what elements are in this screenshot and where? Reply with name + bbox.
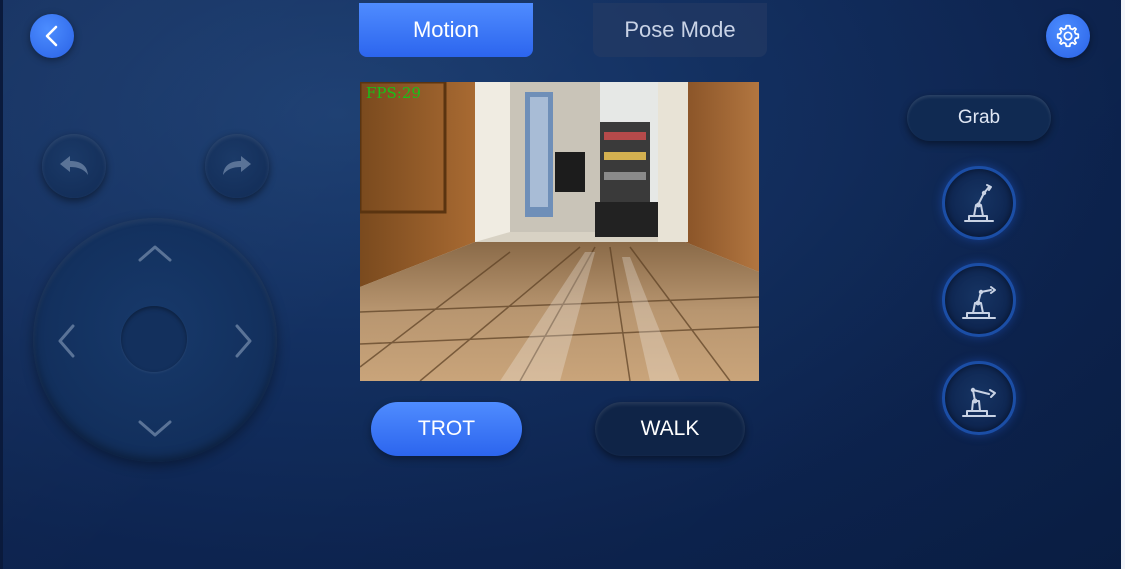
robot-arm-pose-1-icon xyxy=(964,184,994,222)
left-edge xyxy=(0,0,3,569)
camera-feed: FPS:29 xyxy=(360,82,759,381)
right-edge xyxy=(1121,0,1125,569)
robot-arm-pose-2-icon xyxy=(962,286,996,319)
tab-motion[interactable]: Motion xyxy=(359,3,533,57)
arrow-left-icon[interactable] xyxy=(57,324,75,358)
grab-label: Grab xyxy=(957,107,1001,128)
arm-pose-3-button[interactable] xyxy=(942,361,1016,435)
walk-label: WALK xyxy=(640,417,700,440)
tab-pose-mode-label: Pose Mode xyxy=(624,17,736,42)
tab-motion-label: Motion xyxy=(412,17,480,42)
walk-button[interactable]: WALK xyxy=(595,402,745,456)
arrow-right-icon[interactable] xyxy=(235,324,253,358)
turn-left-button[interactable] xyxy=(42,134,106,198)
arm-pose-2-button[interactable] xyxy=(942,263,1016,337)
joystick-knob[interactable] xyxy=(121,306,187,372)
gear-icon xyxy=(1056,24,1080,48)
fps-counter: FPS:29 xyxy=(366,84,421,102)
turn-right-button[interactable] xyxy=(205,134,269,198)
tab-pose-mode[interactable]: Pose Mode xyxy=(593,3,767,57)
arrow-up-icon[interactable] xyxy=(138,244,172,262)
direction-joystick[interactable] xyxy=(33,218,277,462)
undo-arrow-icon xyxy=(60,156,88,175)
trot-label: TROT xyxy=(417,417,476,440)
back-button[interactable] xyxy=(30,14,74,58)
camera-image xyxy=(360,82,759,381)
redo-arrow-icon xyxy=(223,156,251,175)
trot-button[interactable]: TROT xyxy=(371,402,522,456)
arm-pose-1-button[interactable] xyxy=(942,166,1016,240)
robot-arm-pose-3-icon xyxy=(962,387,996,417)
settings-button[interactable] xyxy=(1046,14,1090,58)
grab-button[interactable]: Grab xyxy=(907,95,1051,141)
arrow-down-icon[interactable] xyxy=(138,420,172,438)
chevron-left-icon xyxy=(45,25,58,47)
